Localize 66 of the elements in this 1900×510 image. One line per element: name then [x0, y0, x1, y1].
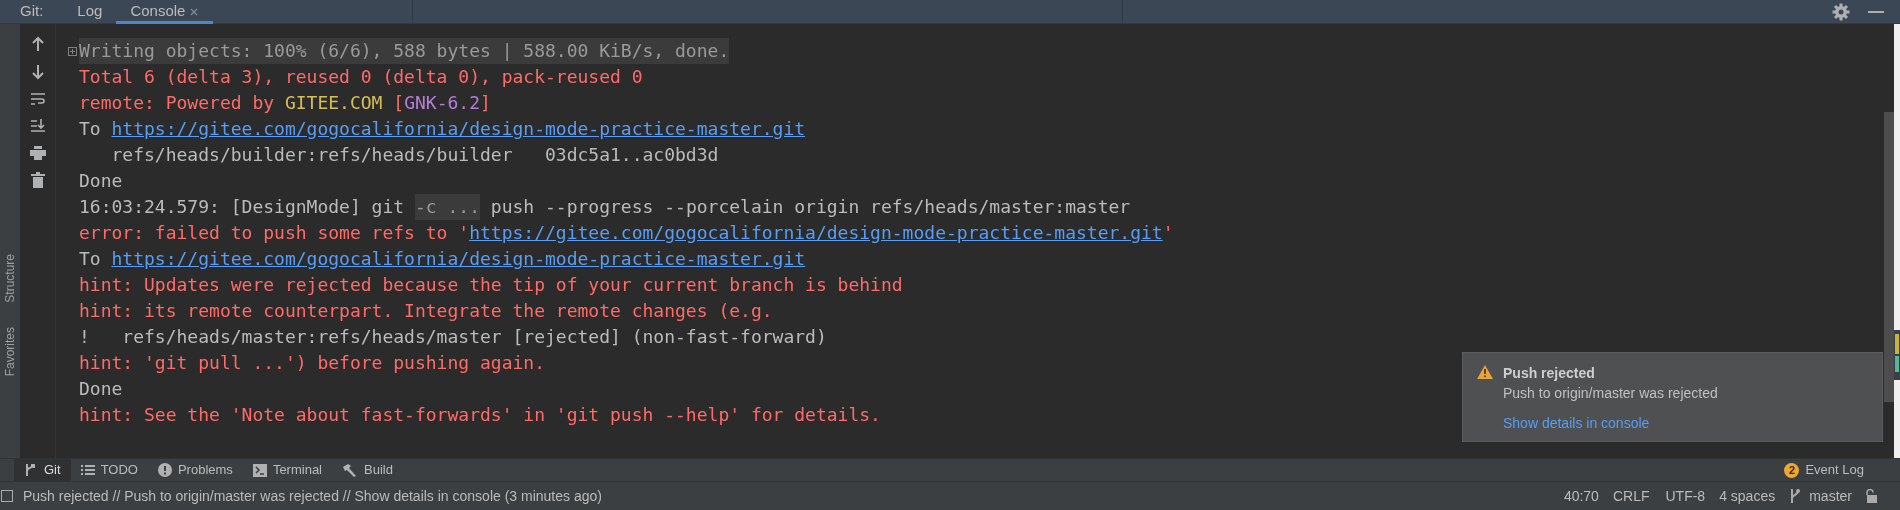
info-icon	[157, 463, 172, 477]
console-text: refs/heads/builder:refs/heads/builder 03dc5a1..ac0bd3d	[110, 143, 719, 167]
tool-window-tab[interactable]: Problems	[147, 458, 243, 482]
fold-icon[interactable]	[68, 46, 77, 56]
console-text: [	[392, 91, 405, 115]
console-text: ]	[480, 91, 491, 115]
wrap-icon[interactable]	[29, 92, 46, 106]
trash-icon[interactable]	[30, 172, 45, 188]
console-link[interactable]: https://gitee.com/gogocalifornia/design-mode-practice-master.git	[469, 220, 1163, 246]
tab[interactable]: Console	[116, 0, 214, 24]
console-text: Total 6 (delta 3), reused 0 (delta 0), pack-reused 0	[79, 65, 643, 89]
side-panel-tab[interactable]: Structure	[1, 254, 19, 303]
arrow-up-icon[interactable]	[30, 36, 45, 52]
console-text: hint: Updates were rejected because the tip of your current branch is behind	[79, 273, 903, 297]
tool-window-label: Git:	[19, 1, 45, 22]
console-text: hint: See the 'Note about fast-forwards' in 'git push --help' for details.	[79, 403, 881, 427]
console-text: Done	[79, 377, 123, 401]
details-link[interactable]: Show details in console	[1503, 413, 1718, 433]
status-message: Push rejected // Push to origin/master was rejected // Show details in console (3 minutes ago)	[23, 486, 602, 506]
count-badge: 2	[1784, 462, 1800, 478]
branch-icon	[24, 463, 38, 477]
console-text: ! refs/heads/master:refs/heads/master [rejected] (non-fast-forward)	[79, 325, 827, 349]
line-ending[interactable]: CRLF	[1612, 485, 1650, 507]
notification-title: Push rejected	[1503, 364, 1596, 383]
warning-icon	[1477, 365, 1493, 379]
console-text: error: failed to push some refs to '	[79, 221, 470, 245]
branch-button[interactable]: master	[1789, 485, 1852, 507]
list-icon	[80, 464, 95, 476]
tool-window-tab[interactable]: Terminal	[242, 458, 332, 482]
scroll-to-end-icon[interactable]	[29, 118, 46, 134]
marker-strip-drawing	[1894, 330, 1900, 380]
console-text: Writing objects: 100% (6/6), 588 bytes | 588.00 KiB/s, done.	[79, 38, 730, 64]
console-text: '	[1162, 221, 1174, 245]
console-text: hint: 'git pull ...') before pushing again.	[79, 351, 545, 375]
console-text: To	[79, 247, 102, 271]
console-link[interactable]: https://gitee.com/gogocalifornia/design-mode-practice-master.git	[111, 116, 806, 142]
branch-icon	[1789, 488, 1802, 504]
tab[interactable]: Log	[63, 0, 117, 24]
tool-window-tab[interactable]: Git	[14, 458, 71, 482]
notification-message: Push to origin/master was rejected	[1503, 384, 1718, 403]
console-text: remote: Powered by	[79, 91, 276, 115]
lock-icon[interactable]	[1864, 489, 1878, 503]
print-icon[interactable]	[29, 146, 46, 160]
event-log-button[interactable]: 2 Event Log	[1784, 460, 1864, 480]
close-icon[interactable]	[189, 6, 200, 17]
encoding[interactable]: UTF-8	[1665, 485, 1706, 507]
console-text: 16:03:24.579: [DesignMode] git	[79, 195, 406, 219]
settings-icon[interactable]	[1832, 2, 1850, 21]
cursor-position[interactable]: 40:70	[1563, 485, 1599, 507]
arrow-down-icon[interactable]	[30, 64, 45, 80]
tool-window-tab[interactable]: Build	[332, 458, 403, 482]
panel-toggle-icon[interactable]	[1, 490, 13, 502]
console-text: To	[79, 117, 102, 141]
console-text: push --progress --porcelain origin refs/heads/master:master	[489, 195, 1131, 219]
console-text: hint: its remote counterpart. Integrate the remote changes (e.g.	[79, 299, 773, 323]
side-panel-tab[interactable]: Favorites	[1, 326, 19, 377]
console-link[interactable]: https://gitee.com/gogocalifornia/design-mode-practice-master.git	[111, 246, 806, 272]
console-text: GITEE.COM	[284, 91, 383, 115]
tool-window-tab[interactable]: TODO	[70, 458, 148, 482]
console-text: -c ...	[414, 194, 480, 220]
hammer-icon	[342, 463, 358, 477]
indent-setting[interactable]: 4 spaces	[1719, 485, 1776, 507]
scrollbar-thumb[interactable]	[1884, 112, 1894, 402]
terminal-icon	[252, 463, 267, 477]
console-text: GNK-6.2	[404, 91, 480, 115]
console-text: Done	[79, 169, 123, 193]
